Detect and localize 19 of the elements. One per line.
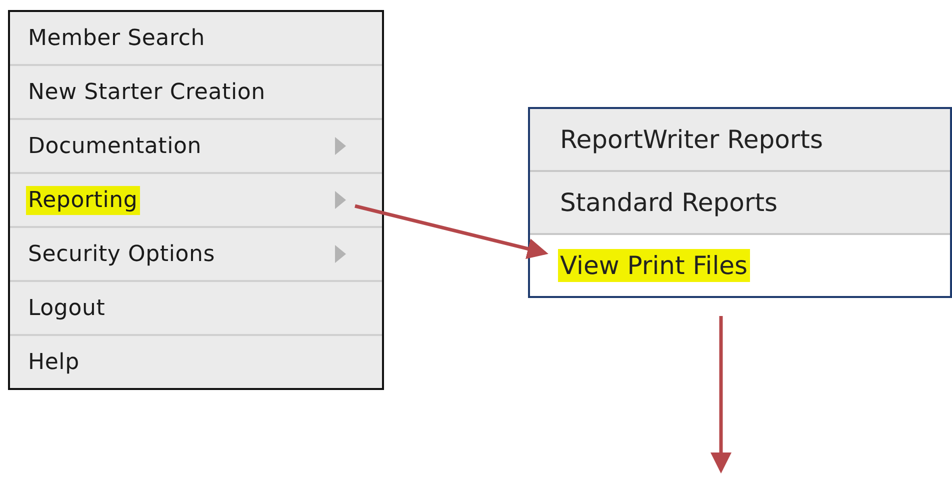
menu-item-label: Reporting: [26, 186, 140, 214]
submenu-item[interactable]: ReportWriter Reports: [530, 109, 950, 172]
menu-item[interactable]: Documentation: [10, 120, 382, 174]
menu-item[interactable]: New Starter Creation: [10, 66, 382, 120]
menu-item[interactable]: Reporting: [10, 174, 382, 228]
menu-item-label: Member Search: [27, 24, 206, 52]
menu-item-label: Documentation: [27, 132, 202, 160]
menu-item[interactable]: Logout: [10, 282, 382, 336]
submenu-item[interactable]: View Print Files: [530, 235, 950, 296]
submenu-item-label: Standard Reports: [559, 187, 779, 219]
menu-item[interactable]: Member Search: [10, 12, 382, 66]
menu-item-label: Security Options: [27, 240, 216, 268]
menu-item-label: Help: [27, 348, 80, 376]
menu-item[interactable]: Security Options: [10, 228, 382, 282]
submenu-item-label: ReportWriter Reports: [559, 124, 824, 156]
menu-item-label: New Starter Creation: [27, 78, 266, 106]
menu-item[interactable]: Help: [10, 336, 382, 388]
submenu-item-label: View Print Files: [558, 249, 750, 282]
menu-item-label: Logout: [27, 294, 106, 322]
